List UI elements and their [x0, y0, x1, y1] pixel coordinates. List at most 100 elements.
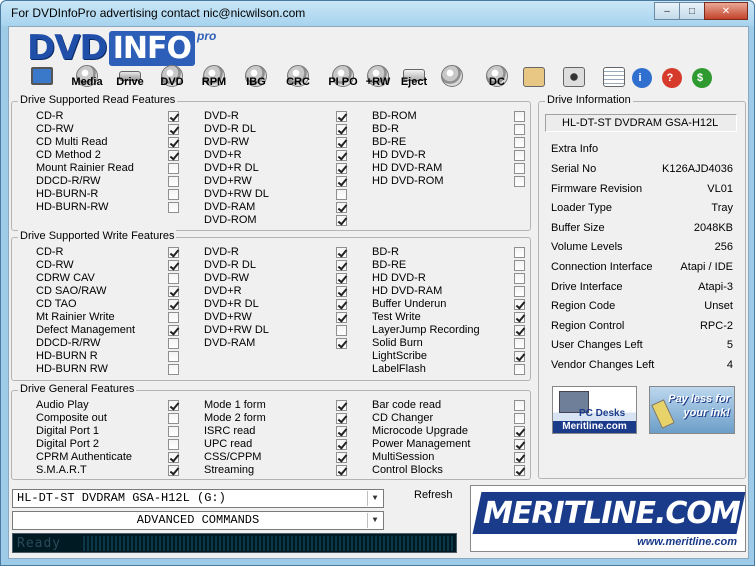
close-button[interactable]: ✕ — [704, 2, 748, 20]
feature-checkbox[interactable] — [336, 465, 347, 476]
minimize-button[interactable]: – — [654, 2, 680, 20]
feature-checkbox[interactable] — [336, 111, 347, 122]
chevron-down-icon[interactable]: ▼ — [367, 513, 382, 528]
feature-checkbox[interactable] — [336, 325, 347, 336]
feature-checkbox[interactable] — [168, 137, 179, 148]
drive-select[interactable]: HL-DT-ST DVDRAM GSA-H12L (G:) ▼ — [12, 489, 384, 508]
title-bar[interactable]: For DVDInfoPro advertising contact nic@n… — [1, 1, 754, 26]
rpm-tool[interactable]: RPM — [195, 63, 233, 91]
feature-checkbox[interactable] — [514, 247, 525, 258]
feature-checkbox[interactable] — [168, 202, 179, 213]
feature-checkbox[interactable] — [514, 299, 525, 310]
feature-checkbox[interactable] — [168, 124, 179, 135]
feature-checkbox[interactable] — [514, 111, 525, 122]
feature-checkbox[interactable] — [168, 426, 179, 437]
help-tool[interactable]: ? — [659, 63, 685, 91]
feature-checkbox[interactable] — [168, 260, 179, 271]
crc-tool[interactable]: CRC — [279, 63, 317, 91]
feature-checkbox[interactable] — [514, 150, 525, 161]
feature-checkbox[interactable] — [336, 286, 347, 297]
feature-checkbox[interactable] — [168, 247, 179, 258]
feature-checkbox[interactable] — [336, 176, 347, 187]
feature-checkbox[interactable] — [336, 338, 347, 349]
money-tool[interactable]: $ — [689, 63, 715, 91]
feature-checkbox[interactable] — [514, 364, 525, 375]
clipboard-tool[interactable] — [519, 63, 549, 91]
feature-checkbox[interactable] — [336, 452, 347, 463]
feature-checkbox[interactable] — [514, 163, 525, 174]
burn-tool[interactable] — [437, 63, 467, 91]
feature-checkbox[interactable] — [514, 325, 525, 336]
camera-tool[interactable] — [559, 63, 589, 91]
feature-checkbox[interactable] — [168, 163, 179, 174]
feature-checkbox[interactable] — [168, 273, 179, 284]
feature-checkbox[interactable] — [336, 400, 347, 411]
feature-checkbox[interactable] — [336, 150, 347, 161]
media-tool[interactable]: Media — [67, 63, 107, 91]
drive-tool[interactable] — [23, 63, 53, 91]
feature-checkbox[interactable] — [168, 312, 179, 323]
refresh-button[interactable]: Refresh — [414, 489, 453, 501]
chevron-down-icon[interactable]: ▼ — [367, 491, 382, 506]
feature-checkbox[interactable] — [168, 111, 179, 122]
feature-checkbox[interactable] — [336, 260, 347, 271]
feature-checkbox[interactable] — [336, 439, 347, 450]
dvd-tool[interactable]: DVD — [153, 63, 191, 91]
feature-checkbox[interactable] — [168, 150, 179, 161]
feature-checkbox[interactable] — [514, 400, 525, 411]
feature-checkbox[interactable] — [336, 202, 347, 213]
feature-checkbox[interactable] — [514, 439, 525, 450]
feature-checkbox[interactable] — [336, 137, 347, 148]
notes-tool[interactable] — [599, 63, 629, 91]
feature-checkbox[interactable] — [514, 338, 525, 349]
feature-checkbox[interactable] — [168, 325, 179, 336]
commands-select[interactable]: ADVANCED COMMANDS ▼ — [12, 511, 384, 530]
feature-checkbox[interactable] — [514, 176, 525, 187]
feature-checkbox[interactable] — [168, 400, 179, 411]
feature-checkbox[interactable] — [336, 299, 347, 310]
feature-checkbox[interactable] — [514, 273, 525, 284]
feature-checkbox[interactable] — [514, 286, 525, 297]
feature-checkbox[interactable] — [514, 426, 525, 437]
feature-checkbox[interactable] — [336, 215, 347, 226]
feature-checkbox[interactable] — [168, 439, 179, 450]
feature-checkbox[interactable] — [336, 413, 347, 424]
feature-checkbox[interactable] — [336, 163, 347, 174]
pipo-tool[interactable]: PI PO — [323, 63, 363, 91]
feature-checkbox[interactable] — [336, 189, 347, 200]
feature-checkbox[interactable] — [514, 137, 525, 148]
feature-checkbox[interactable] — [336, 124, 347, 135]
feature-checkbox[interactable] — [336, 312, 347, 323]
feature-checkbox[interactable] — [514, 465, 525, 476]
feature-checkbox[interactable] — [336, 426, 347, 437]
feature-checkbox[interactable] — [336, 273, 347, 284]
feature-checkbox[interactable] — [168, 338, 179, 349]
feature-checkbox[interactable] — [168, 299, 179, 310]
eject-tool[interactable]: Eject — [395, 63, 433, 91]
plusrw-tool[interactable]: +RW — [361, 63, 395, 91]
ibg-tool[interactable]: IBG — [237, 63, 275, 91]
feature-checkbox[interactable] — [168, 286, 179, 297]
feature-checkbox[interactable] — [168, 189, 179, 200]
drive2-tool[interactable]: Drive — [111, 63, 149, 91]
info-tool[interactable]: i — [629, 63, 655, 91]
feature-checkbox[interactable] — [168, 364, 179, 375]
meritline-banner[interactable]: MERITLINE.COM www.meritline.com — [470, 485, 746, 552]
feature-checkbox[interactable] — [514, 452, 525, 463]
ink-ad[interactable]: Pay less for your ink! — [649, 386, 735, 434]
extra-info-label[interactable]: Extra Info — [551, 143, 733, 155]
feature-checkbox[interactable] — [514, 124, 525, 135]
feature-checkbox[interactable] — [168, 465, 179, 476]
feature-checkbox[interactable] — [514, 312, 525, 323]
feature-checkbox[interactable] — [514, 260, 525, 271]
maximize-button[interactable]: □ — [679, 2, 705, 20]
feature-checkbox[interactable] — [168, 452, 179, 463]
feature-checkbox[interactable] — [168, 351, 179, 362]
feature-checkbox[interactable] — [336, 247, 347, 258]
dc-tool[interactable]: DC — [479, 63, 515, 91]
feature-checkbox[interactable] — [168, 176, 179, 187]
feature-checkbox[interactable] — [514, 351, 525, 362]
feature-checkbox[interactable] — [168, 413, 179, 424]
feature-checkbox[interactable] — [514, 413, 525, 424]
pc-desks-ad[interactable]: PC Desks Meritline.com — [552, 386, 637, 434]
